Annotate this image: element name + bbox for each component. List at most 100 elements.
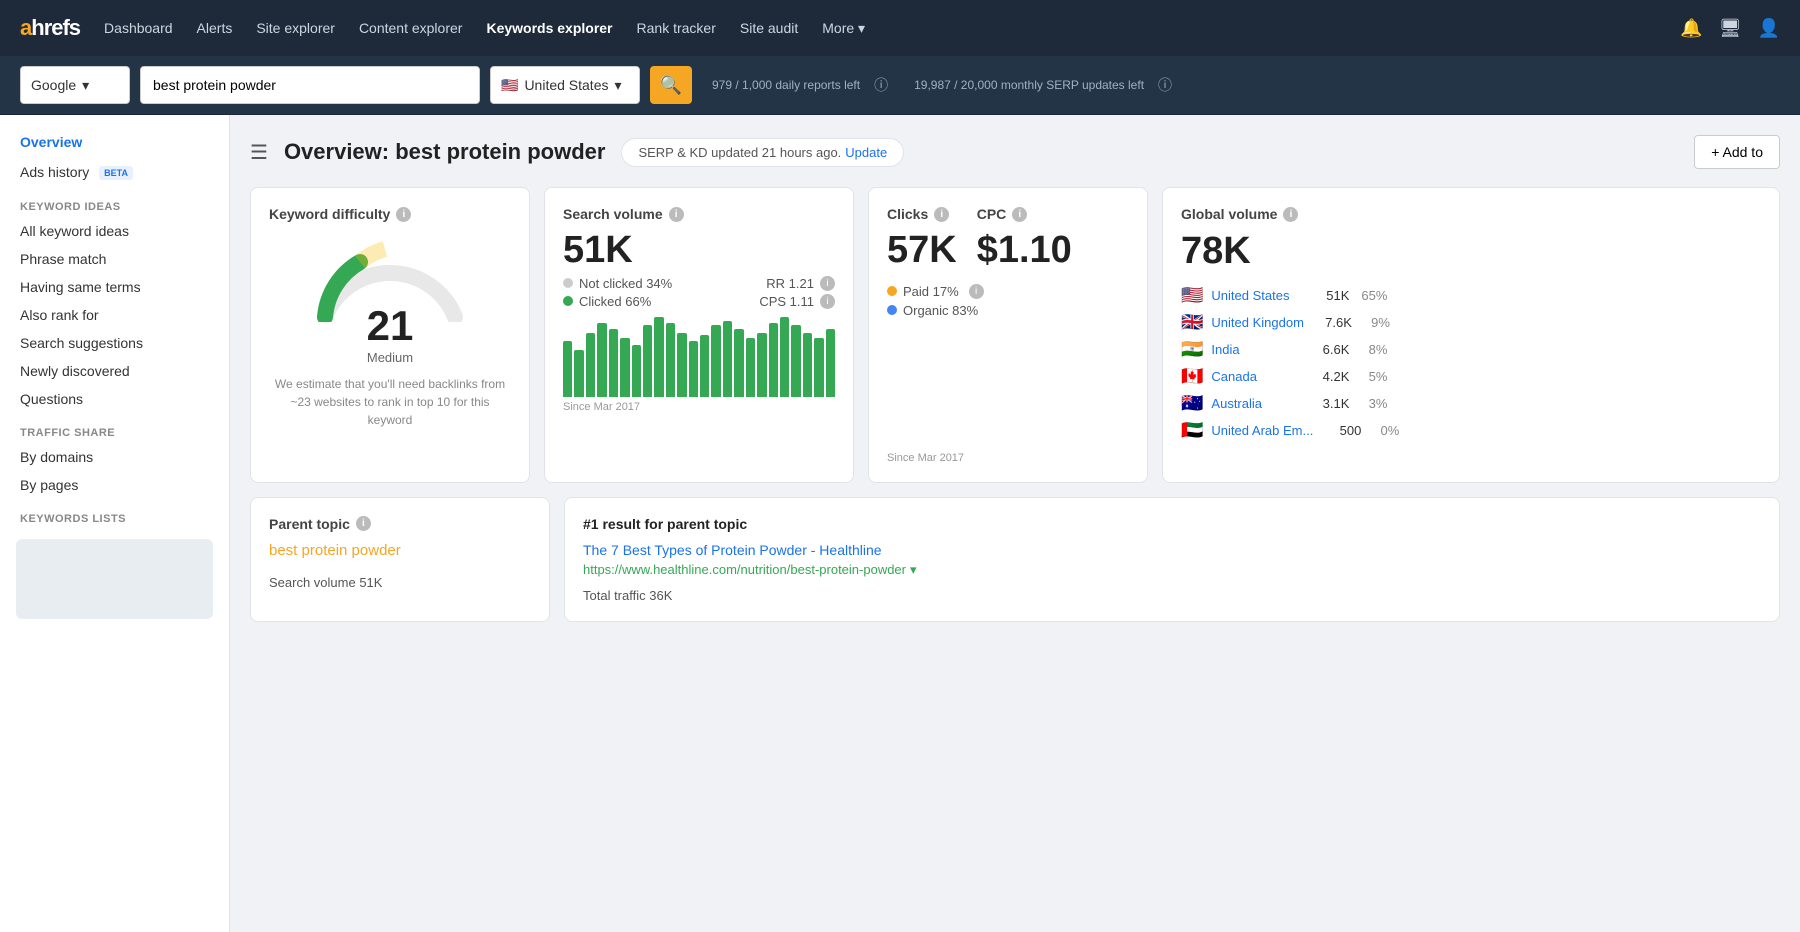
sidebar-item-ads-history[interactable]: Ads history BETA <box>0 157 229 187</box>
organic-label: Organic 83% <box>903 303 978 318</box>
country-name-link[interactable]: India <box>1211 342 1301 357</box>
sidebar: Overview Ads history BETA KEYWORD IDEAS … <box>0 115 230 932</box>
search-volume-card: Search volume i 51K Not clicked 34% RR 1… <box>544 187 854 483</box>
sv-since-label: Since Mar 2017 <box>563 401 835 413</box>
sidebar-item-by-pages[interactable]: By pages <box>0 471 229 499</box>
beta-badge: BETA <box>99 166 133 180</box>
add-to-button[interactable]: + Add to <box>1694 135 1780 169</box>
sv-bar <box>803 333 812 397</box>
sv-bar <box>654 317 663 397</box>
country-volume: 4.2K <box>1309 369 1349 384</box>
kd-card: Keyword difficulty i 21 Medium <box>250 187 530 483</box>
cps-info-icon[interactable]: i <box>820 294 835 309</box>
clicks-card-title: Clicks i <box>887 206 957 222</box>
global-vol-card-title: Global volume i <box>1181 206 1761 222</box>
bell-icon[interactable]: 🔔 <box>1680 18 1702 39</box>
global-vol-info-icon[interactable]: i <box>1283 207 1298 222</box>
sidebar-item-overview[interactable]: Overview <box>0 127 229 157</box>
country-flag-icon: 🇦🇺 <box>1181 393 1203 414</box>
clicks-cpc-card: Clicks i 57K CPC i $1.10 <box>868 187 1148 483</box>
user-icon[interactable]: 👤 <box>1758 18 1780 39</box>
sv-bar <box>597 323 606 397</box>
sv-bar <box>666 323 675 397</box>
country-row: 🇦🇪 United Arab Em... 500 0% <box>1181 420 1761 441</box>
sidebar-item-all-keyword-ideas[interactable]: All keyword ideas <box>0 217 229 245</box>
info-icon-daily[interactable]: ⓘ <box>874 75 888 95</box>
sv-info-icon[interactable]: i <box>669 207 684 222</box>
sv-bar <box>711 325 720 396</box>
sidebar-item-also-rank-for[interactable]: Also rank for <box>0 301 229 329</box>
country-name-link[interactable]: Australia <box>1211 396 1301 411</box>
nav-alerts[interactable]: Alerts <box>197 20 233 36</box>
nav-site-audit[interactable]: Site audit <box>740 20 798 36</box>
sv-stats: Not clicked 34% RR 1.21 i Clicked 66% CP… <box>563 276 835 309</box>
nav-rank-tracker[interactable]: Rank tracker <box>637 20 716 36</box>
traffic-share-section-label: TRAFFIC SHARE <box>0 413 229 443</box>
country-select[interactable]: 🇺🇸 United States ▾ <box>490 66 640 104</box>
sidebar-item-questions[interactable]: Questions <box>0 385 229 413</box>
sidebar-item-search-suggestions[interactable]: Search suggestions <box>0 329 229 357</box>
nav-site-explorer[interactable]: Site explorer <box>256 20 335 36</box>
sv-bar <box>609 329 618 397</box>
sidebar-item-having-same-terms[interactable]: Having same terms <box>0 273 229 301</box>
nav-content-explorer[interactable]: Content explorer <box>359 20 463 36</box>
rr-info-icon[interactable]: i <box>820 276 835 291</box>
kd-value: 21 <box>269 302 511 350</box>
country-flag-icon: 🇦🇪 <box>1181 420 1203 441</box>
sidebar-item-by-domains[interactable]: By domains <box>0 443 229 471</box>
main-layout: Overview Ads history BETA KEYWORD IDEAS … <box>0 115 1800 932</box>
parent-topic-info-icon[interactable]: i <box>356 516 371 531</box>
search-icon: 🔍 <box>660 75 682 96</box>
sv-bar <box>677 333 686 397</box>
paid-info-icon[interactable]: i <box>969 284 984 299</box>
search-button[interactable]: 🔍 <box>650 66 692 104</box>
cpc-info-icon[interactable]: i <box>1012 207 1027 222</box>
parent-topic-link[interactable]: best protein powder <box>269 542 531 559</box>
nav-more[interactable]: More ▾ <box>822 20 865 37</box>
organic-row: Organic 83% <box>887 303 1129 318</box>
country-name-link[interactable]: United Kingdom <box>1211 315 1304 330</box>
search-input[interactable] <box>140 66 480 104</box>
country-name-link[interactable]: United States <box>1211 288 1301 303</box>
clicks-since-label: Since Mar 2017 <box>887 452 1129 464</box>
info-icon-monthly[interactable]: ⓘ <box>1158 75 1172 95</box>
main-content: ☰ Overview: best protein powder SERP & K… <box>230 115 1800 932</box>
engine-arrow-icon: ▾ <box>82 77 89 94</box>
rr-label: RR 1.21 <box>766 276 814 291</box>
kd-info-icon[interactable]: i <box>396 207 411 222</box>
update-link[interactable]: Update <box>845 145 887 160</box>
country-row: 🇮🇳 India 6.6K 8% <box>1181 339 1761 360</box>
sv-bar <box>632 345 641 397</box>
daily-reports-info: 979 / 1,000 daily reports left <box>712 78 860 92</box>
nav-dashboard[interactable]: Dashboard <box>104 20 173 36</box>
clicks-info-icon[interactable]: i <box>934 207 949 222</box>
country-name-link[interactable]: United Arab Em... <box>1211 423 1313 438</box>
clicks-value: 57K <box>887 230 957 272</box>
sv-bar <box>574 350 583 397</box>
flag-icon: 🇺🇸 <box>501 77 518 94</box>
country-name-link[interactable]: Canada <box>1211 369 1301 384</box>
country-volume: 500 <box>1321 423 1361 438</box>
country-list: 🇺🇸 United States 51K 65% 🇬🇧 United Kingd… <box>1181 285 1761 441</box>
sidebar-item-newly-discovered[interactable]: Newly discovered <box>0 357 229 385</box>
sv-bar <box>723 321 732 397</box>
country-row: 🇨🇦 Canada 4.2K 5% <box>1181 366 1761 387</box>
logo[interactable]: ahrefs <box>20 15 80 41</box>
result-link-title[interactable]: The 7 Best Types of Protein Powder - Hea… <box>583 542 1761 558</box>
kd-card-title: Keyword difficulty i <box>269 206 511 222</box>
engine-select[interactable]: Google ▾ <box>20 66 130 104</box>
sv-bar <box>791 325 800 396</box>
monthly-updates-info: 19,987 / 20,000 monthly SERP updates lef… <box>914 78 1144 92</box>
hamburger-icon[interactable]: ☰ <box>250 140 268 165</box>
dropdown-icon[interactable]: ▾ <box>910 562 917 578</box>
monitor-icon[interactable]: 🖥 <box>1719 18 1742 39</box>
update-notice: SERP & KD updated 21 hours ago. Update <box>621 138 904 167</box>
country-volume: 3.1K <box>1309 396 1349 411</box>
sv-bar <box>689 341 698 396</box>
result-url[interactable]: https://www.healthline.com/nutrition/bes… <box>583 562 1761 578</box>
nav-keywords-explorer[interactable]: Keywords explorer <box>486 20 612 36</box>
organic-dot <box>887 305 897 315</box>
parent-topic-sv: Search volume 51K <box>269 575 531 590</box>
sidebar-item-phrase-match[interactable]: Phrase match <box>0 245 229 273</box>
not-clicked-dot <box>563 278 573 288</box>
